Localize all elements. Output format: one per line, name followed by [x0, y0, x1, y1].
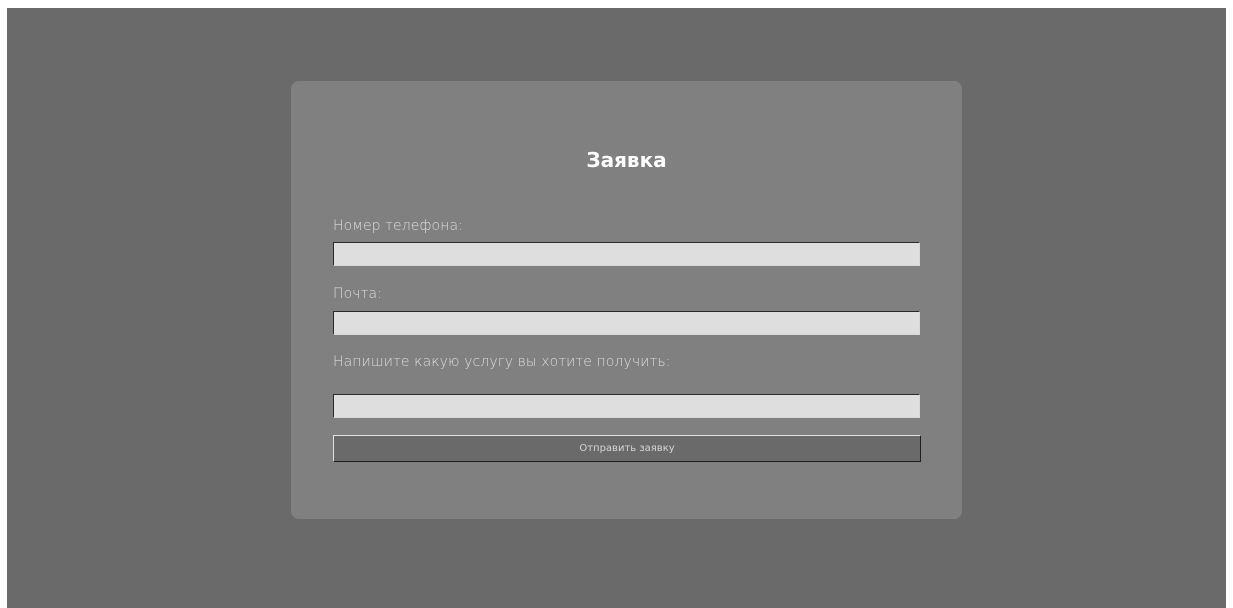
- form-title: Заявка: [586, 148, 667, 172]
- phone-label: Номер телефона:: [333, 218, 463, 234]
- page-background: Заявка Номер телефона: Почта: Напишите к…: [7, 8, 1226, 608]
- phone-input[interactable]: [333, 242, 920, 266]
- service-input[interactable]: [333, 394, 920, 418]
- submit-request-button[interactable]: Отправить заявку: [333, 435, 921, 462]
- email-label: Почта:: [333, 286, 382, 302]
- email-input[interactable]: [333, 311, 920, 335]
- request-form-card: Заявка Номер телефона: Почта: Напишите к…: [291, 81, 962, 519]
- service-label: Напишите какую услугу вы хотите получить…: [333, 354, 671, 370]
